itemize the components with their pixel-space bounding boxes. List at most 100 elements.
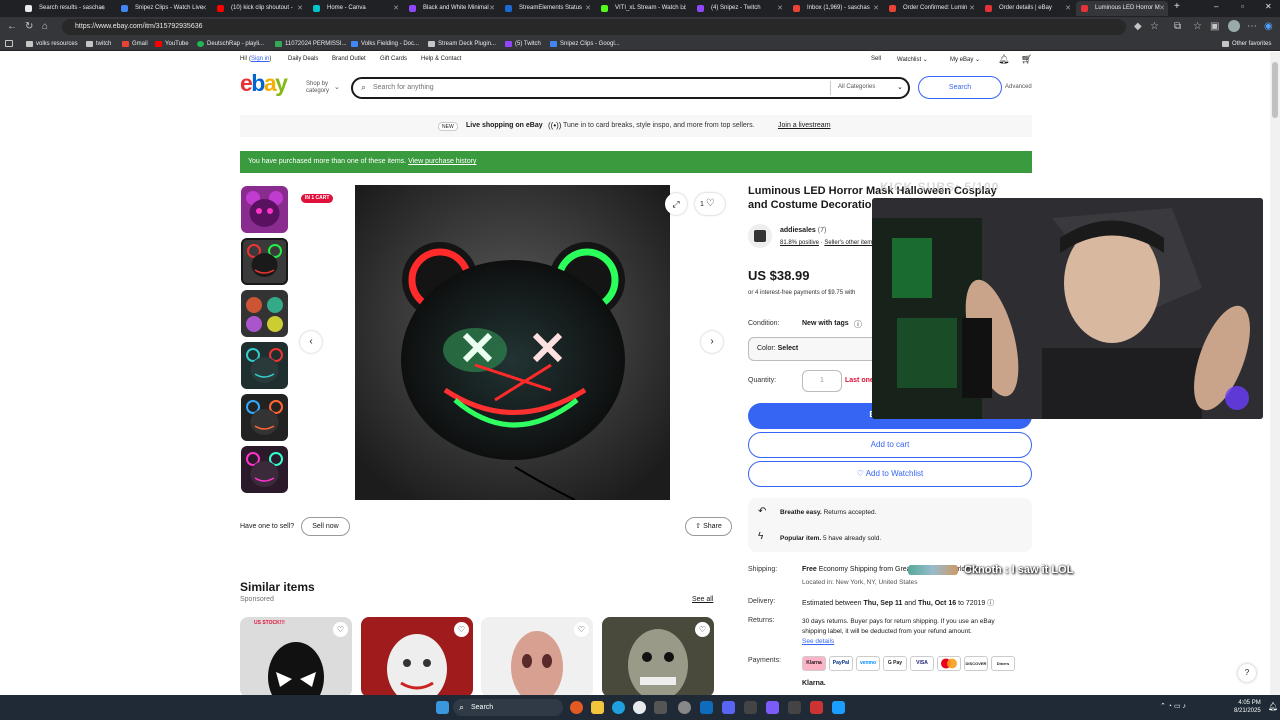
app-icon[interactable] [766,701,779,714]
bookmark[interactable]: DeutschRap - playli... [197,39,264,49]
thumbnail-1[interactable] [241,186,288,233]
clock[interactable]: 4:05 PM 8/21/2025 [1234,699,1261,715]
my-ebay-menu[interactable]: My eBay ⌄ [950,56,980,63]
cart-icon[interactable]: 🛒︎ [1021,54,1032,65]
browser-tab[interactable]: (4) Snipez - Twitch ✕ [692,1,786,16]
info-icon[interactable]: ⓘ [987,600,994,607]
reload-icon[interactable]: ↻ [25,21,33,33]
maximize-icon[interactable]: ▫ [1241,2,1244,11]
app-icon[interactable] [744,701,757,714]
taskbar-search[interactable]: ⌕ Search [453,699,563,716]
menu-icon[interactable]: ⋯ [1247,21,1257,33]
thumbnail-6[interactable] [241,446,288,493]
chrome-icon[interactable] [633,701,646,714]
copilot-icon[interactable]: ◉ [1264,21,1273,33]
see-details-link[interactable]: See details [802,638,834,645]
tray-icons[interactable]: ⌃ ◔ ▭ ♪ [1160,702,1186,710]
gift-cards-link[interactable]: Gift Cards [380,56,407,62]
close-tab-icon[interactable]: ✕ [297,1,303,16]
help-contact-link[interactable]: Help & Contact [421,56,461,62]
app-icon[interactable] [810,701,823,714]
profile-avatar[interactable] [1228,20,1240,32]
bookmark[interactable]: Volks Fielding - Doc... [351,39,419,49]
sell-link[interactable]: Sell [871,56,881,62]
discord-icon[interactable] [722,701,735,714]
share-button[interactable]: ⇧ Share [685,517,732,536]
close-tab-icon[interactable]: ✕ [393,1,399,16]
seller-avatar[interactable] [748,224,772,248]
seller-name[interactable]: addiesales (7) [780,227,826,234]
bell-icon[interactable]: 🔔︎ [998,54,1009,65]
brand-outlet-link[interactable]: Brand Outlet [332,56,366,62]
bookmark[interactable]: volks resources [26,39,78,49]
join-livestream-link[interactable]: Join a livestream [778,115,831,137]
browser-tab[interactable]: Snipez Clips - Watch Live ✕ [116,1,210,16]
browser-tab[interactable]: (10) kick clip shoutout - ✕ [212,1,306,16]
close-tab-icon[interactable]: ✕ [489,1,495,16]
watchlist-menu[interactable]: Watchlist ⌄ [897,56,928,63]
positive-feedback[interactable]: 81.8% positive [780,240,819,246]
start-icon[interactable] [436,701,449,714]
steam-icon[interactable] [832,701,845,714]
browser-tab[interactable]: Order details | eBay ✕ [980,1,1074,16]
info-icon[interactable]: ⓘ [854,319,862,330]
edge-icon[interactable] [612,701,625,714]
sign-in-link[interactable]: Sign in [251,56,269,62]
thumbnail-2[interactable] [241,238,288,285]
notification-icon[interactable]: 🔔︎ [1268,702,1278,711]
browser-tab[interactable]: Order Confirmed: Lumin ✕ [884,1,978,16]
browser-tab[interactable]: Inbox (1,969) - saschas ✕ [788,1,882,16]
firefox-icon[interactable] [570,701,583,714]
split-icon[interactable]: ⧉ [1174,21,1181,33]
sellers-other-items-link[interactable]: Seller's other items [824,240,875,246]
close-window-icon[interactable]: ✕ [1265,2,1272,11]
browser-tab[interactable]: StreamElements Status ✕ [500,1,594,16]
scrollbar[interactable] [1270,52,1280,695]
close-tab-icon[interactable]: ✕ [1065,1,1071,16]
collections-icon[interactable]: ▣ [1210,21,1219,33]
watch-button[interactable]: 1 ♡ [695,193,725,215]
minimize-icon[interactable]: – [1214,2,1218,11]
search-button[interactable]: Search [918,76,1002,99]
close-tab-icon[interactable]: ✕ [873,1,879,16]
main-product-image[interactable] [355,185,670,500]
thumbnail-4[interactable] [241,342,288,389]
apps-icon[interactable] [5,40,13,47]
heart-icon[interactable]: ♡ [574,622,589,637]
back-icon[interactable]: ← [7,21,17,33]
close-tab-icon[interactable]: ✕ [585,1,591,16]
heart-icon[interactable]: ♡ [695,622,710,637]
prev-image-button[interactable]: ‹ [300,331,322,353]
explorer-icon[interactable] [591,701,604,714]
sell-now-button[interactable]: Sell now [301,517,350,536]
seller-link[interactable]: addiesales [780,227,816,234]
scrollbar-thumb[interactable] [1272,62,1278,118]
star-icon[interactable]: ☆ [1150,21,1159,33]
heart-icon[interactable]: ♡ [333,622,348,637]
bookmark[interactable]: Stream Deck Plugin... [428,39,496,49]
quantity-input[interactable]: 1 [802,370,842,392]
obs-icon[interactable] [678,701,691,714]
bookmark[interactable]: (5) Twitch [505,39,541,49]
close-tab-icon[interactable]: ✕ [681,1,687,16]
add-to-watchlist-button[interactable]: ♡ Add to Watchlist [748,461,1032,487]
heart-icon[interactable]: ♡ [454,622,469,637]
view-purchase-history-link[interactable]: View purchase history [408,158,476,165]
browser-tab-active[interactable]: Luminous LED Horror M ✕ [1076,1,1168,16]
add-to-cart-button[interactable]: Add to cart [748,432,1032,458]
bookmark[interactable]: twitch [86,39,111,49]
see-all-link[interactable]: See all [692,596,713,603]
daily-deals-link[interactable]: Daily Deals [288,56,318,62]
bookmark[interactable]: YouTube [155,39,189,49]
expand-icon[interactable]: ⤢ [665,193,687,215]
browser-tab[interactable]: VITI_xL Stream - Watch Li ✕ [596,1,690,16]
browser-tab[interactable]: Black and White Minimal ✕ [404,1,498,16]
app-icon[interactable] [788,701,801,714]
close-tab-icon[interactable]: ✕ [201,1,207,16]
bookmark[interactable]: Snipez Clips - Googl... [550,39,620,49]
category-select[interactable]: All Categories [838,84,875,90]
home-icon[interactable]: ⌂ [42,21,48,33]
thumbnail-5[interactable] [241,394,288,441]
help-button[interactable]: ? [1238,664,1256,682]
close-tab-icon[interactable]: ✕ [99,1,105,16]
